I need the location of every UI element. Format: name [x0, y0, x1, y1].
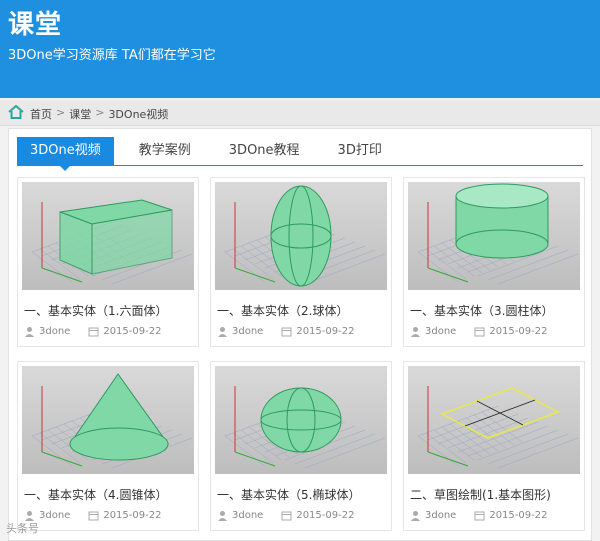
tab-underline — [17, 165, 583, 166]
video-meta: 3done 2015-09-22 — [410, 326, 547, 337]
video-meta: 3done 2015-09-22 — [410, 510, 547, 521]
video-card[interactable]: 一、基本实体（5.椭球体） 3done 2015-09-22 — [210, 361, 392, 531]
breadcrumb-separator: > — [56, 106, 66, 119]
content-panel: 3DOne视频 教学案例 3DOne教程 3D打印 一、基本实体（1.六面体） … — [8, 128, 592, 541]
video-author: 3done — [39, 326, 71, 337]
video-meta: 3done 2015-09-22 — [24, 326, 161, 337]
calendar-icon — [88, 511, 99, 521]
user-icon — [411, 511, 420, 521]
video-date: 2015-09-22 — [489, 510, 548, 521]
tab-3d-printing[interactable]: 3D打印 — [325, 137, 395, 165]
calendar-icon — [474, 511, 485, 521]
user-icon — [25, 327, 34, 337]
user-icon — [411, 327, 420, 337]
video-author: 3done — [39, 510, 71, 521]
video-date: 2015-09-22 — [296, 510, 355, 521]
tab-bar: 3DOne视频 教学案例 3DOne教程 3D打印 — [17, 137, 407, 171]
video-date: 2015-09-22 — [103, 326, 162, 337]
video-thumbnail[interactable] — [22, 182, 194, 290]
video-thumbnail[interactable] — [408, 366, 580, 474]
tab-3done-video[interactable]: 3DOne视频 — [17, 137, 114, 171]
video-meta: 3done 2015-09-22 — [217, 326, 354, 337]
tab-3done-tutorial[interactable]: 3DOne教程 — [216, 137, 313, 165]
video-card[interactable]: 一、基本实体（1.六面体） 3done 2015-09-22 — [17, 177, 199, 347]
video-thumbnail[interactable] — [215, 182, 387, 290]
calendar-icon — [88, 327, 99, 337]
page-title: 课堂 — [8, 10, 63, 40]
breadcrumb-current: 3DOne视频 — [108, 108, 169, 121]
video-card[interactable]: 一、基本实体（3.圆柱体） 3done 2015-09-22 — [403, 177, 585, 347]
video-title[interactable]: 一、基本实体（4.圆锥体） — [24, 486, 167, 503]
video-title[interactable]: 一、基本实体（5.椭球体） — [217, 486, 360, 503]
home-icon[interactable] — [8, 105, 24, 119]
calendar-icon — [474, 327, 485, 337]
video-author: 3done — [232, 510, 264, 521]
breadcrumb-separator: > — [95, 106, 105, 119]
video-title[interactable]: 一、基本实体（2.球体） — [217, 302, 348, 319]
page-subtitle: 3DOne学习资源库 TA们都在学习它 — [8, 48, 216, 63]
video-thumbnail[interactable] — [408, 182, 580, 290]
video-title[interactable]: 一、基本实体（3.圆柱体） — [410, 302, 553, 319]
video-meta: 3done 2015-09-22 — [217, 510, 354, 521]
video-title[interactable]: 一、基本实体（1.六面体） — [24, 302, 167, 319]
breadcrumb-classroom[interactable]: 课堂 — [69, 106, 91, 122]
video-title[interactable]: 二、草图绘制(1.基本图形) — [410, 486, 551, 503]
calendar-icon — [281, 327, 292, 337]
breadcrumb: 首页 > 课堂 > 3DOne视频 — [0, 100, 600, 126]
breadcrumb-home[interactable]: 首页 — [30, 106, 52, 122]
video-author: 3done — [425, 326, 457, 337]
watermark: 头条号 — [6, 522, 39, 535]
video-date: 2015-09-22 — [489, 326, 548, 337]
tab-teaching-cases[interactable]: 教学案例 — [126, 137, 204, 165]
header-banner: 课堂 3DOne学习资源库 TA们都在学习它 — [0, 0, 600, 98]
video-thumbnail[interactable] — [22, 366, 194, 474]
user-icon — [218, 327, 227, 337]
video-card[interactable]: 二、草图绘制(1.基本图形) 3done 2015-09-22 — [403, 361, 585, 531]
video-thumbnail[interactable] — [215, 366, 387, 474]
video-card[interactable]: 一、基本实体（4.圆锥体） 3done 2015-09-22 — [17, 361, 199, 531]
video-date: 2015-09-22 — [103, 510, 162, 521]
calendar-icon — [281, 511, 292, 521]
video-meta: 3done 2015-09-22 — [24, 510, 161, 521]
video-card[interactable]: 一、基本实体（2.球体） 3done 2015-09-22 — [210, 177, 392, 347]
video-author: 3done — [425, 510, 457, 521]
user-icon — [218, 511, 227, 521]
video-author: 3done — [232, 326, 264, 337]
video-date: 2015-09-22 — [296, 326, 355, 337]
